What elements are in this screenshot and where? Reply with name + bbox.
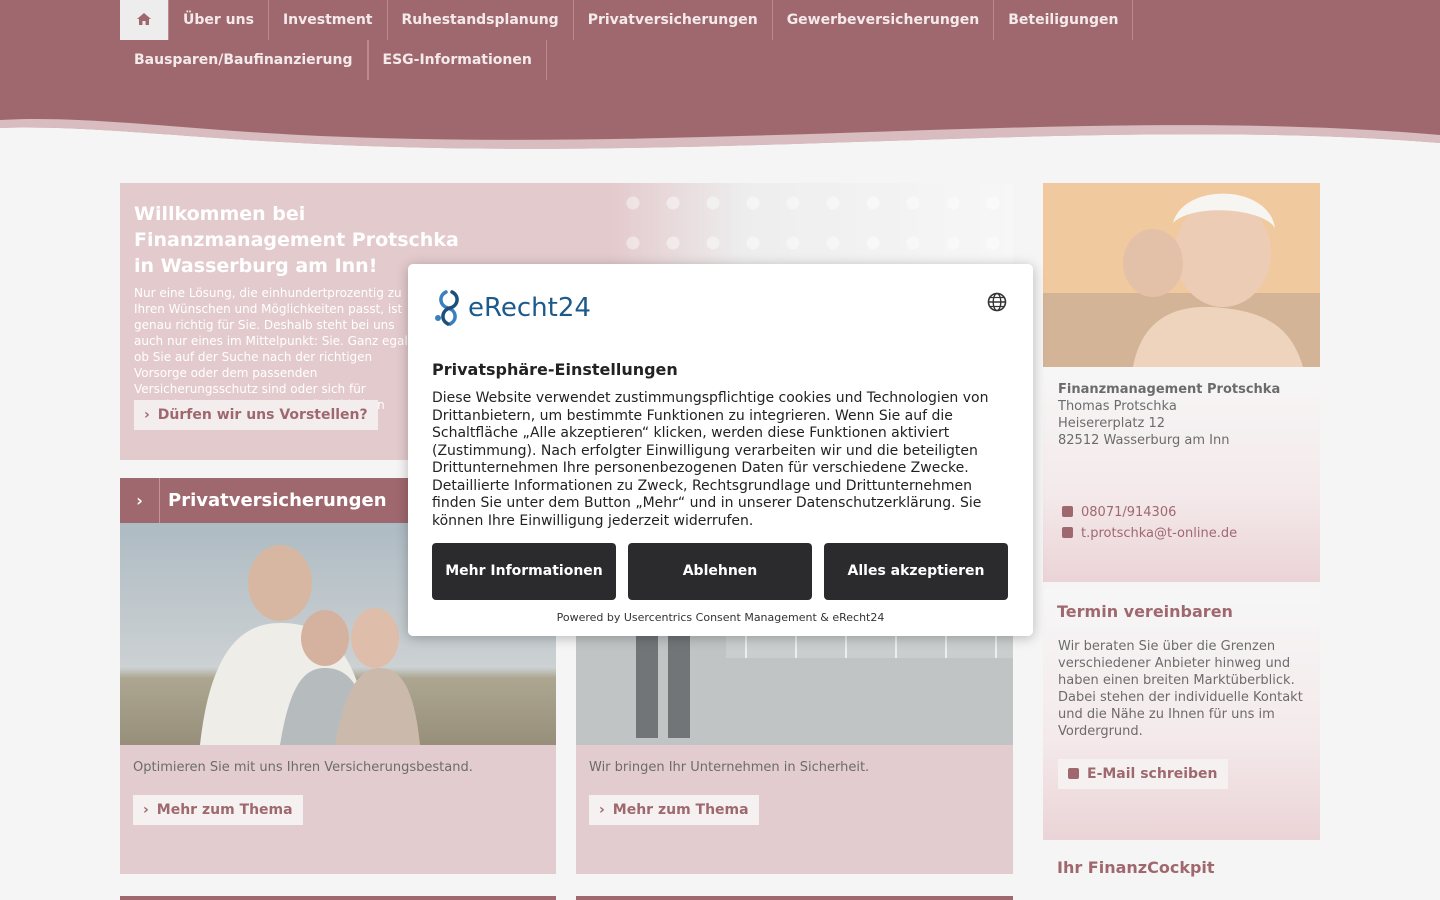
erecht24-logo: eRecht24 <box>432 288 602 328</box>
powered-by[interactable]: Powered by Usercentrics Consent Manageme… <box>408 611 1033 624</box>
globe-icon[interactable] <box>987 292 1007 312</box>
consent-text: Diese Website verwendet zustimmungspflic… <box>432 390 989 529</box>
consent-buttons: Mehr Informationen Ablehnen Alles akzept… <box>432 543 1008 600</box>
more-info-button[interactable]: Mehr Informationen <box>432 543 616 600</box>
accept-all-button[interactable]: Alles akzeptieren <box>824 543 1008 600</box>
decline-button[interactable]: Ablehnen <box>628 543 812 600</box>
consent-dialog: eRecht24 Privatsphäre-Einstellungen Dies… <box>408 264 1033 636</box>
erecht24-logo-mark <box>435 290 459 326</box>
logo-text: eRecht24 <box>468 293 591 323</box>
consent-title: Privatsphäre-Einstellungen <box>432 360 678 379</box>
